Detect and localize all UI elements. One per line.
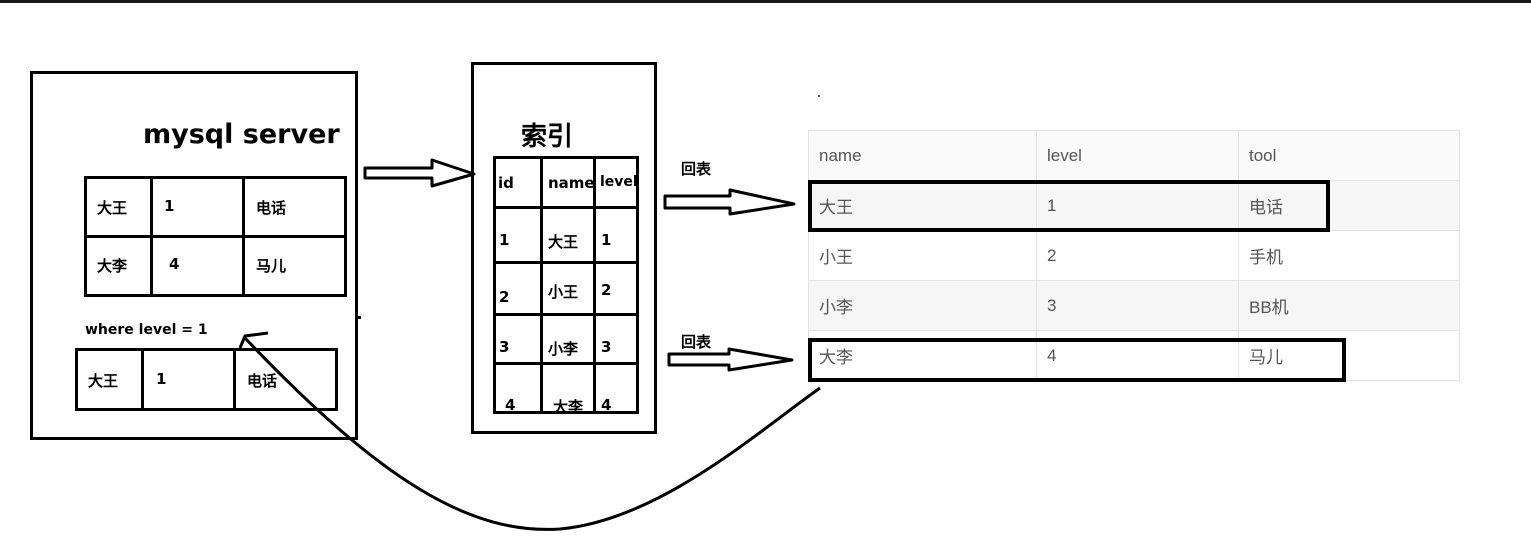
arrow-server-to-index bbox=[363, 158, 476, 188]
arrow-lookback-2 bbox=[667, 347, 794, 372]
stray-mark-1 bbox=[358, 316, 361, 319]
arrow-lookback-1 bbox=[663, 188, 796, 216]
annotation-overlay bbox=[238, 95, 1346, 531]
highlight-row-4-box bbox=[808, 338, 1346, 382]
stray-mark-2 bbox=[818, 95, 820, 97]
highlight-row-1-box bbox=[808, 180, 1330, 232]
